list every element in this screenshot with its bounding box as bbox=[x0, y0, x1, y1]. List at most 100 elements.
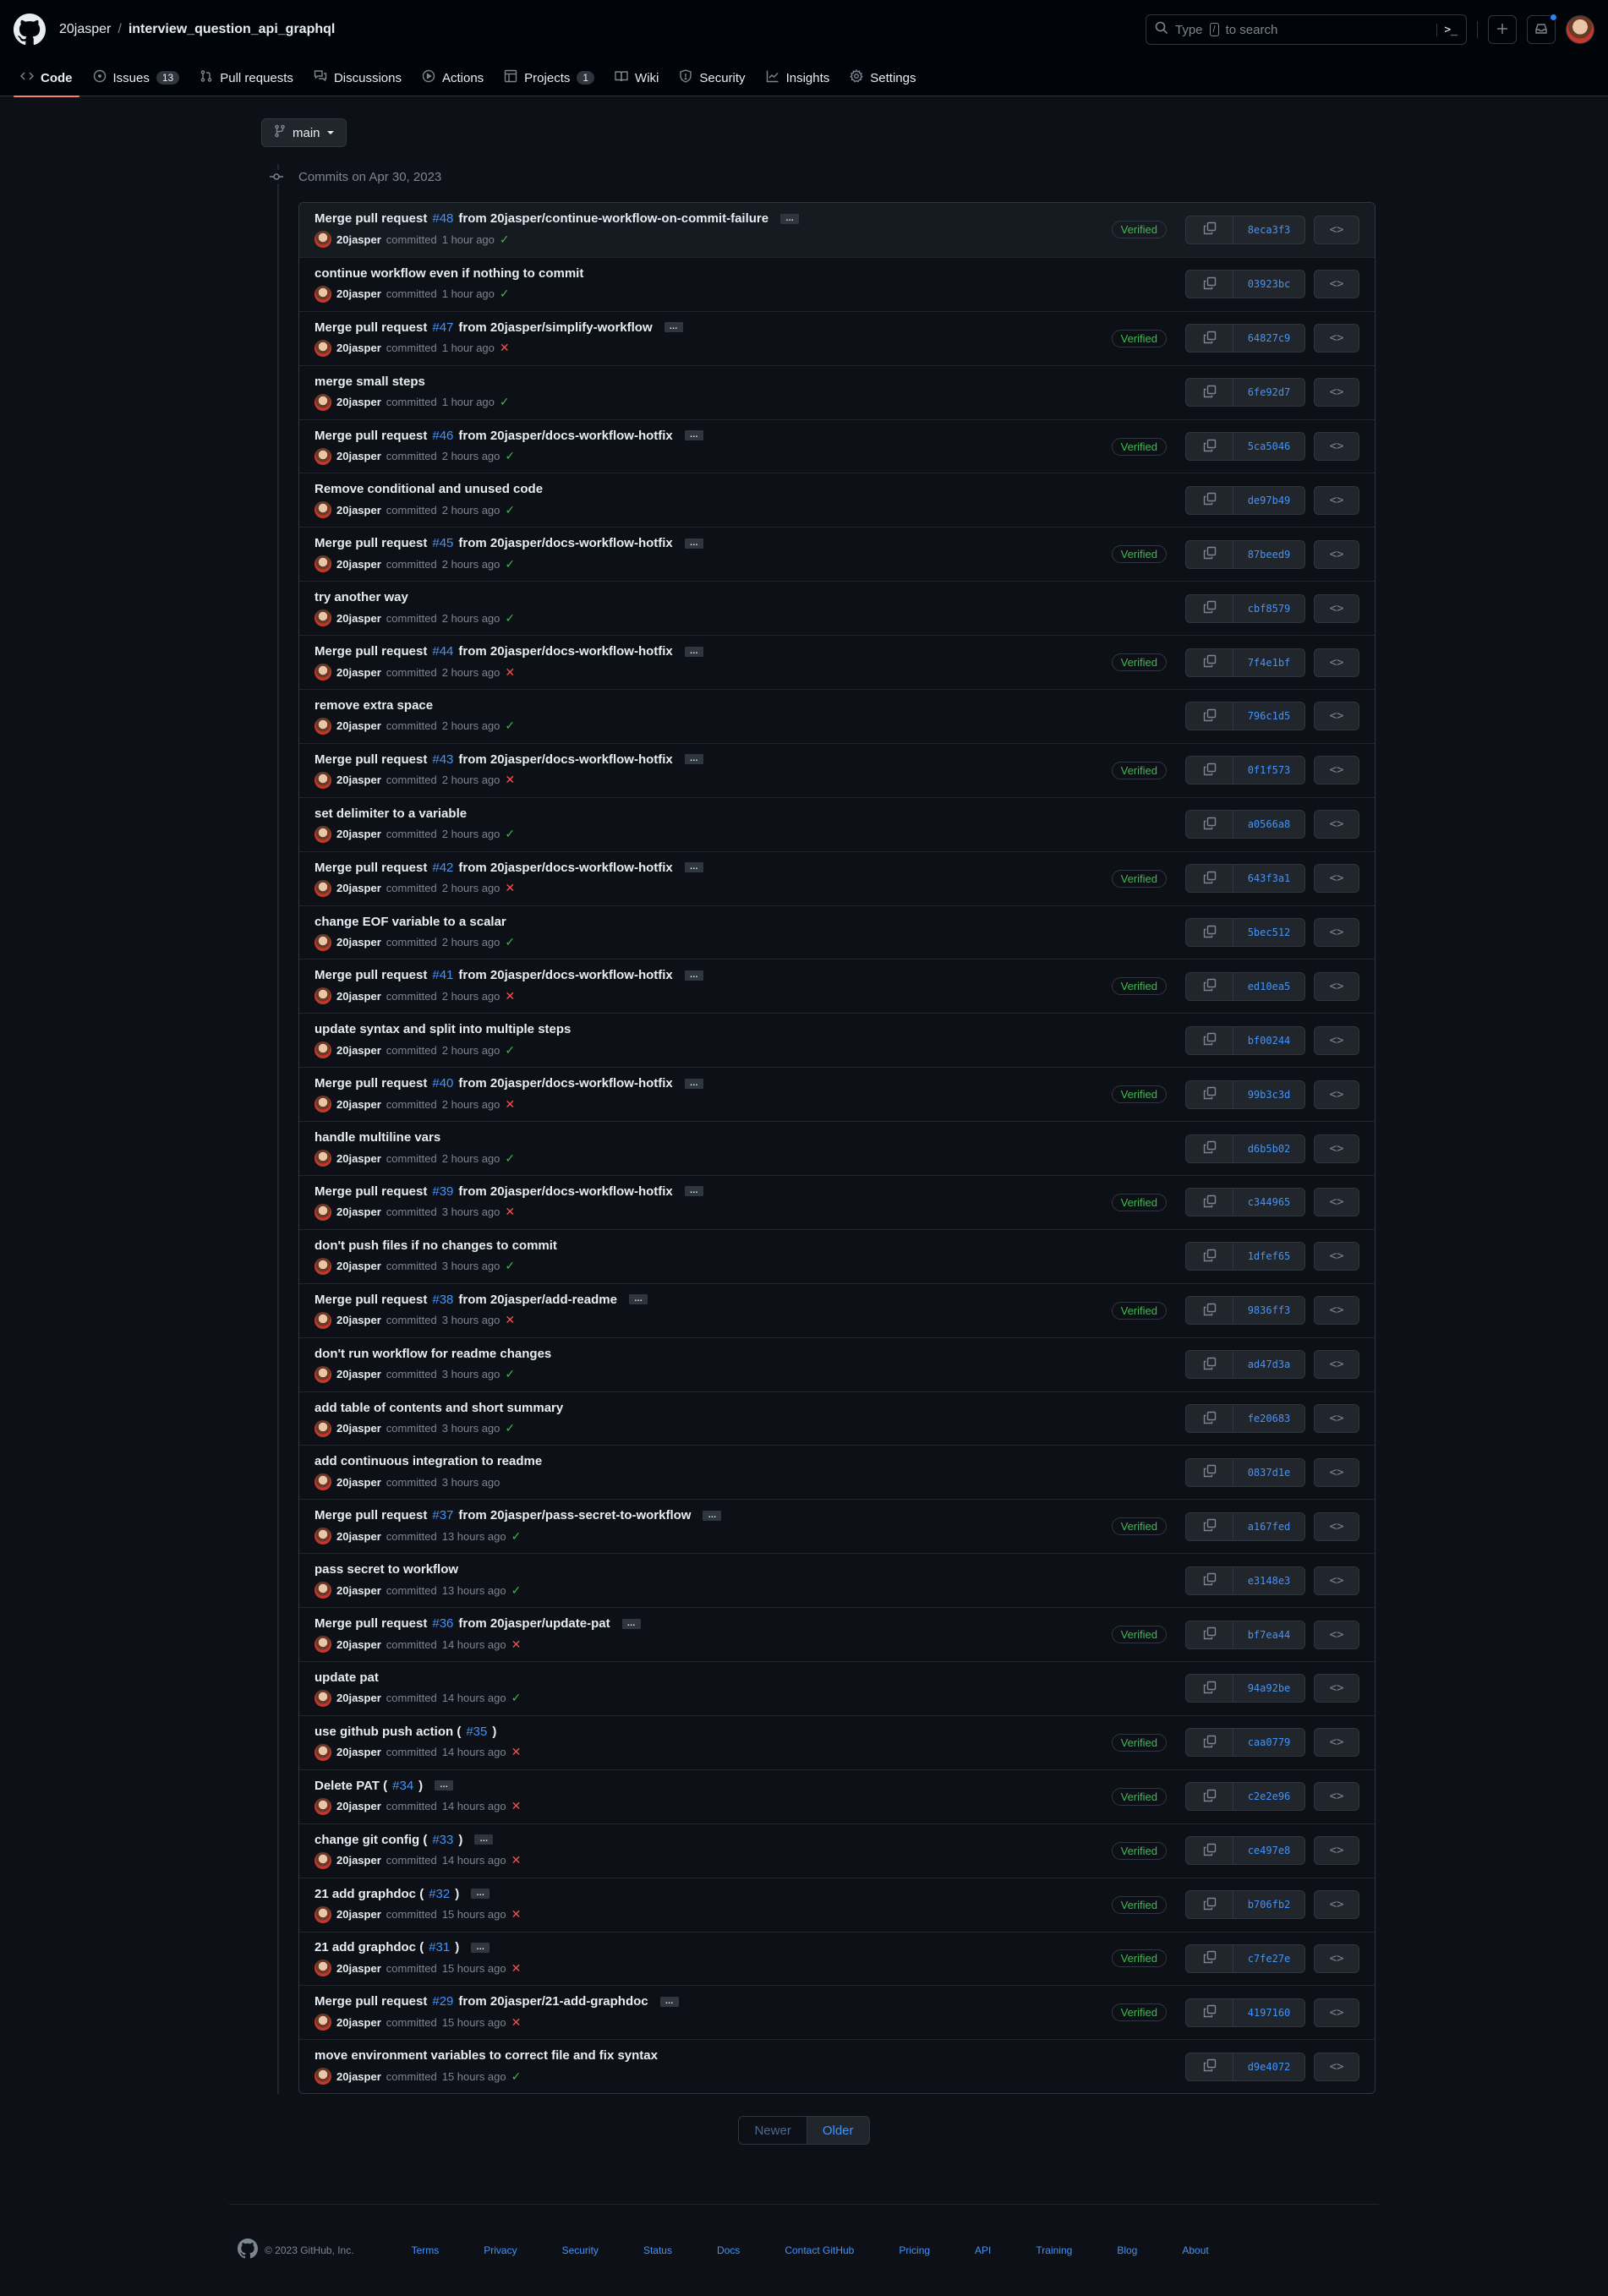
copy-sha-button[interactable] bbox=[1186, 1080, 1233, 1108]
check-icon[interactable]: ✓ bbox=[511, 1583, 522, 1598]
x-icon[interactable]: ✕ bbox=[511, 1637, 522, 1652]
x-icon[interactable]: ✕ bbox=[505, 989, 515, 1003]
verified-badge[interactable]: Verified bbox=[1111, 869, 1167, 888]
x-icon[interactable]: ✕ bbox=[511, 1961, 522, 1976]
browse-repo-at-commit-button[interactable]: <> bbox=[1314, 1566, 1359, 1595]
commit-author[interactable]: 20jasper bbox=[336, 1584, 381, 1597]
copy-sha-button[interactable] bbox=[1186, 486, 1233, 514]
pull-request-link[interactable]: #36 bbox=[432, 1616, 453, 1631]
check-icon[interactable]: ✓ bbox=[505, 1421, 515, 1435]
author-avatar[interactable] bbox=[314, 285, 331, 303]
tab-insights[interactable]: Insights bbox=[759, 59, 837, 96]
commit-title[interactable]: change EOF variable to a scalar bbox=[314, 915, 1185, 929]
pull-request-link[interactable]: #48 bbox=[432, 211, 453, 226]
commit-message-suffix[interactable]: from 20jasper/add-readme bbox=[458, 1293, 617, 1307]
tab-pull-requests[interactable]: Pull requests bbox=[193, 59, 300, 96]
browse-repo-at-commit-button[interactable]: <> bbox=[1314, 1836, 1359, 1866]
commit-message[interactable]: Merge pull request bbox=[314, 644, 427, 659]
x-icon[interactable]: ✕ bbox=[511, 1907, 522, 1922]
commit-message[interactable]: change git config ( bbox=[314, 1833, 427, 1847]
pull-request-link[interactable]: #31 bbox=[429, 1940, 450, 1954]
commit-author[interactable]: 20jasper bbox=[336, 342, 381, 354]
tab-wiki[interactable]: Wiki bbox=[608, 59, 665, 96]
pull-request-link[interactable]: #38 bbox=[432, 1293, 453, 1307]
commit-title[interactable]: Remove conditional and unused code bbox=[314, 482, 1185, 496]
footer-link-pricing[interactable]: Pricing bbox=[899, 2244, 930, 2256]
copy-sha-button[interactable] bbox=[1186, 648, 1233, 676]
commit-sha-link[interactable]: bf00244 bbox=[1233, 1027, 1304, 1054]
commit-author[interactable]: 20jasper bbox=[336, 666, 381, 679]
copy-sha-button[interactable] bbox=[1186, 811, 1233, 839]
repo-owner-link[interactable]: 20jasper bbox=[59, 22, 111, 37]
browse-repo-at-commit-button[interactable]: <> bbox=[1314, 756, 1359, 785]
footer-link-privacy[interactable]: Privacy bbox=[484, 2244, 517, 2256]
commit-message[interactable]: update pat bbox=[314, 1670, 379, 1685]
browse-repo-at-commit-button[interactable]: <> bbox=[1314, 1188, 1359, 1217]
author-avatar[interactable] bbox=[314, 1257, 331, 1275]
author-avatar[interactable] bbox=[314, 1365, 331, 1383]
commit-sha-link[interactable]: c344965 bbox=[1233, 1189, 1304, 1216]
check-icon[interactable]: ✓ bbox=[500, 395, 510, 409]
check-icon[interactable]: ✓ bbox=[511, 1691, 522, 1705]
commit-title[interactable]: Merge pull request #46 from 20jasper/docs-… bbox=[314, 429, 1112, 443]
commit-sha-link[interactable]: 94a92be bbox=[1233, 1675, 1304, 1702]
commit-message[interactable]: don't push files if no changes to commit bbox=[314, 1238, 557, 1253]
copy-sha-button[interactable] bbox=[1186, 1026, 1233, 1054]
commit-message-suffix[interactable]: ) bbox=[492, 1725, 496, 1739]
pull-request-link[interactable]: #43 bbox=[432, 752, 453, 767]
commit-message[interactable]: handle multiline vars bbox=[314, 1130, 440, 1145]
browse-repo-at-commit-button[interactable]: <> bbox=[1314, 432, 1359, 461]
commit-sha-link[interactable]: de97b49 bbox=[1233, 487, 1304, 514]
copy-sha-button[interactable] bbox=[1186, 271, 1233, 298]
copy-sha-button[interactable] bbox=[1186, 1189, 1233, 1216]
commit-message[interactable]: Merge pull request bbox=[314, 1076, 427, 1091]
check-icon[interactable]: ✓ bbox=[505, 503, 515, 517]
x-icon[interactable]: ✕ bbox=[500, 341, 510, 355]
copy-sha-button[interactable] bbox=[1186, 1134, 1233, 1162]
commit-author[interactable]: 20jasper bbox=[336, 1098, 381, 1111]
commit-title[interactable]: merge small steps bbox=[314, 374, 1185, 389]
expand-message-button[interactable]: … bbox=[664, 322, 683, 333]
commit-sha-link[interactable]: 7f4e1bf bbox=[1233, 649, 1304, 676]
pull-request-link[interactable]: #41 bbox=[432, 968, 453, 982]
check-icon[interactable]: ✓ bbox=[505, 1043, 515, 1058]
browse-repo-at-commit-button[interactable]: <> bbox=[1314, 539, 1359, 569]
x-icon[interactable]: ✕ bbox=[511, 2015, 522, 2030]
browse-repo-at-commit-button[interactable]: <> bbox=[1314, 648, 1359, 677]
commit-message[interactable]: Merge pull request bbox=[314, 1184, 427, 1199]
x-icon[interactable]: ✕ bbox=[505, 665, 515, 680]
author-avatar[interactable] bbox=[314, 447, 331, 465]
check-icon[interactable]: ✓ bbox=[500, 287, 510, 301]
x-icon[interactable]: ✕ bbox=[511, 1745, 522, 1759]
commit-sha-link[interactable]: b706fb2 bbox=[1233, 1891, 1304, 1918]
commit-sha-link[interactable]: 9836ff3 bbox=[1233, 1297, 1304, 1324]
tab-discussions[interactable]: Discussions bbox=[307, 59, 408, 96]
commit-title[interactable]: Merge pull request #29 from 20jasper/21-ad… bbox=[314, 1994, 1112, 2009]
browse-repo-at-commit-button[interactable]: <> bbox=[1314, 1998, 1359, 2027]
commit-message[interactable]: Merge pull request bbox=[314, 536, 427, 550]
github-mark-icon[interactable] bbox=[238, 2239, 258, 2261]
commit-sha-link[interactable]: a167fed bbox=[1233, 1513, 1304, 1540]
copy-sha-button[interactable] bbox=[1186, 379, 1233, 407]
browse-repo-at-commit-button[interactable]: <> bbox=[1314, 2052, 1359, 2081]
commit-author[interactable]: 20jasper bbox=[336, 1746, 381, 1758]
commit-title[interactable]: use github push action (#35) bbox=[314, 1725, 1112, 1739]
copy-sha-button[interactable] bbox=[1186, 1297, 1233, 1325]
author-avatar[interactable] bbox=[314, 2068, 331, 2086]
x-icon[interactable]: ✕ bbox=[511, 1799, 522, 1813]
pull-request-link[interactable]: #33 bbox=[432, 1833, 453, 1847]
author-avatar[interactable] bbox=[314, 1797, 331, 1815]
browse-repo-at-commit-button[interactable]: <> bbox=[1314, 971, 1359, 1001]
commit-author[interactable]: 20jasper bbox=[336, 1530, 381, 1543]
commit-message-suffix[interactable]: ) bbox=[458, 1833, 462, 1847]
tab-issues[interactable]: Issues 13 bbox=[86, 59, 187, 96]
commit-title[interactable]: 21 add graphdoc (#31)… bbox=[314, 1940, 1112, 1954]
verified-badge[interactable]: Verified bbox=[1111, 329, 1167, 347]
check-icon[interactable]: ✓ bbox=[500, 232, 510, 247]
commit-title[interactable]: Merge pull request #36 from 20jasper/updat… bbox=[314, 1616, 1112, 1631]
commit-message[interactable]: Merge pull request bbox=[314, 861, 427, 875]
author-avatar[interactable] bbox=[314, 1528, 331, 1545]
commit-title[interactable]: Merge pull request #37 from 20jasper/pass-… bbox=[314, 1508, 1112, 1522]
copy-sha-button[interactable] bbox=[1186, 1458, 1233, 1486]
commit-author[interactable]: 20jasper bbox=[336, 1044, 381, 1057]
